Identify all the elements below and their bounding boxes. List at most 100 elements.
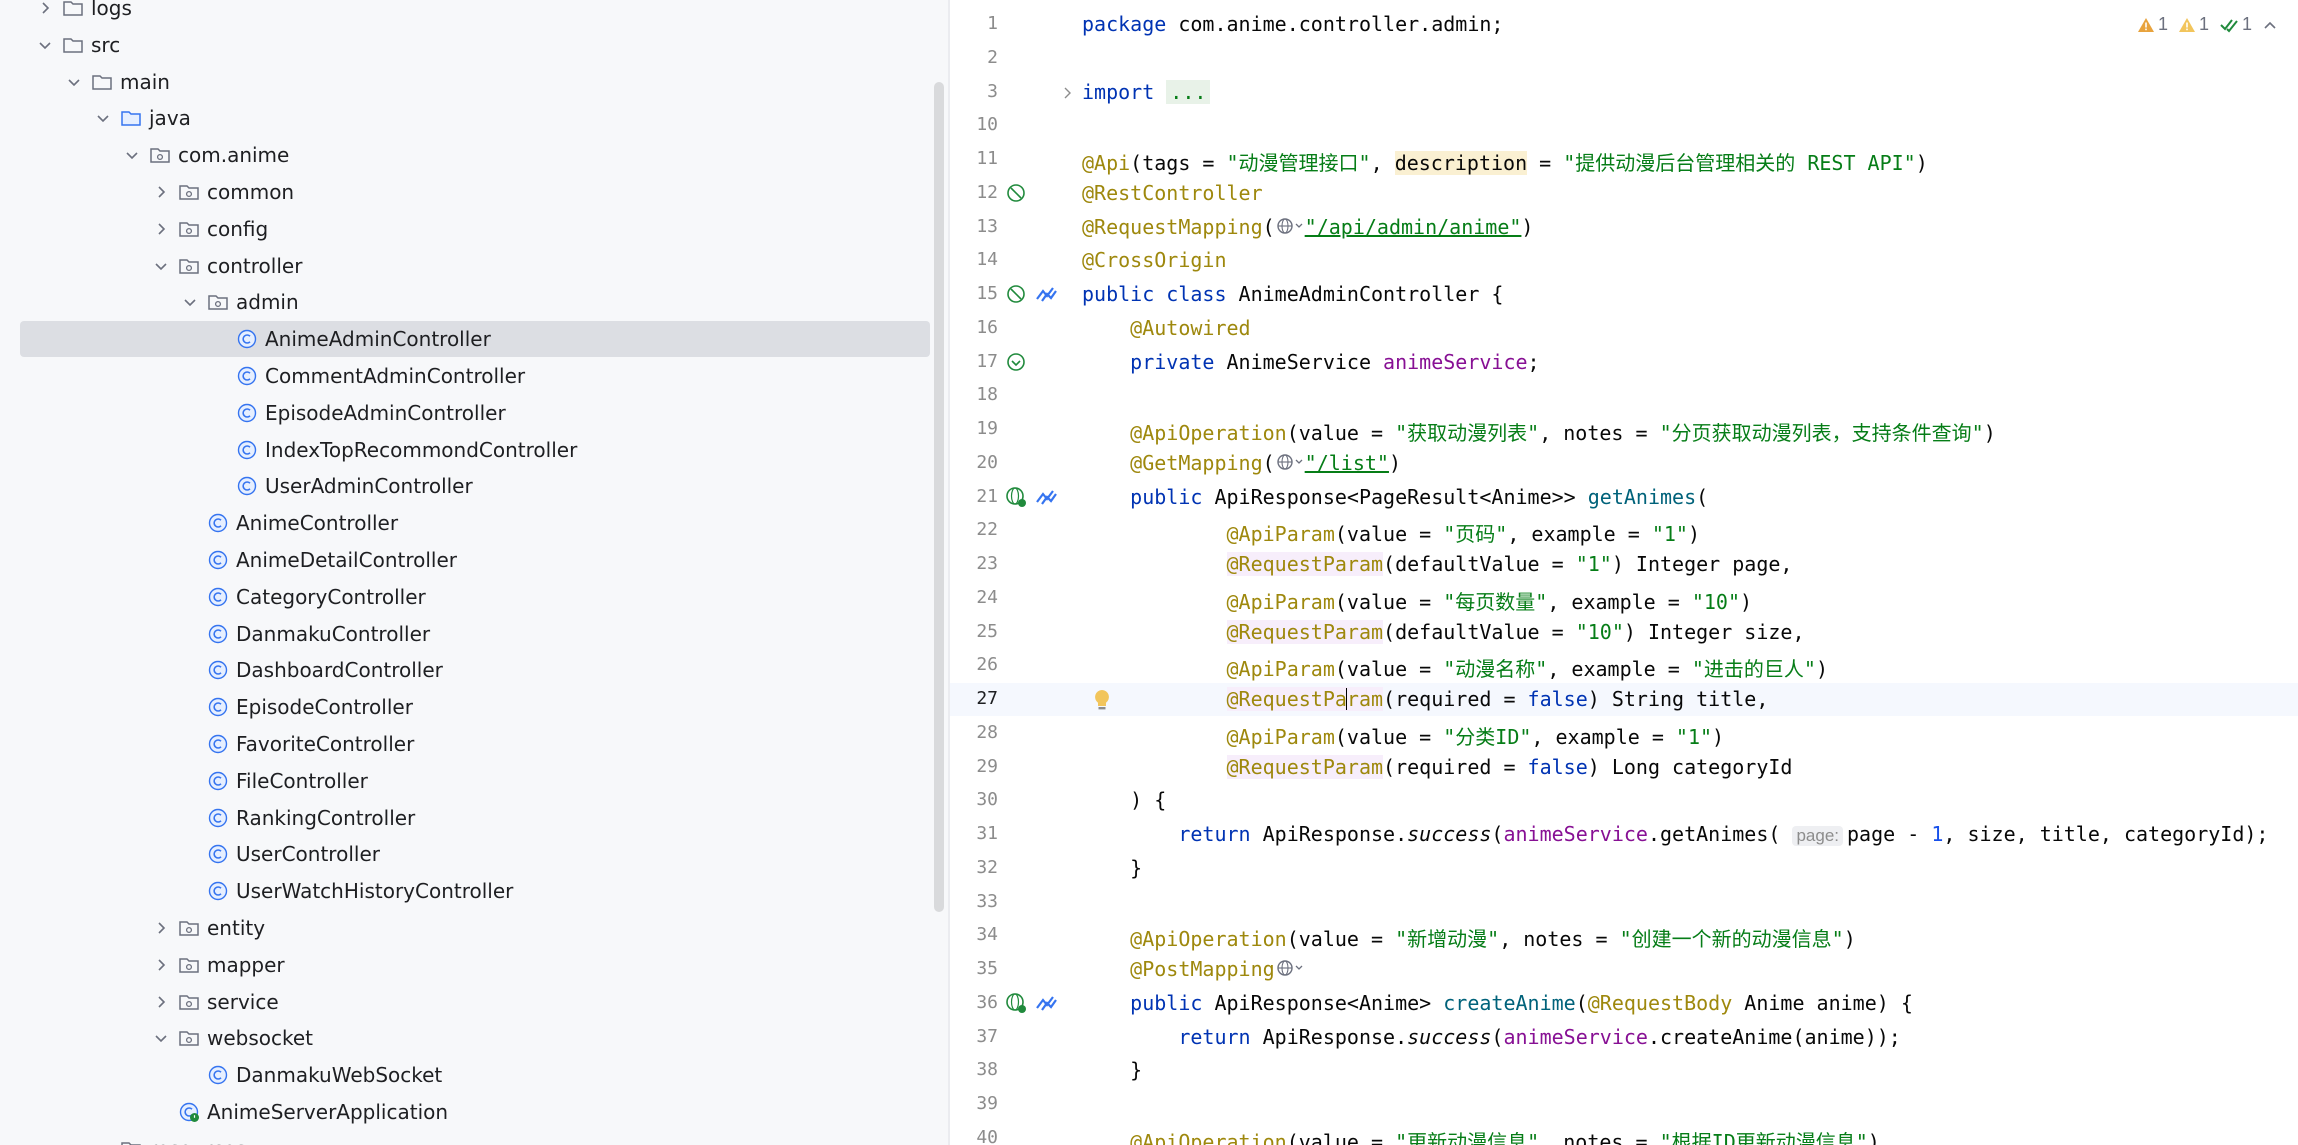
- tree-item-indextoprecommondcontroller[interactable]: IndexTopRecommondController: [20, 432, 930, 468]
- endpoint-globe-icon[interactable]: [1275, 215, 1305, 239]
- tree-item-animedetailcontroller[interactable]: AnimeDetailController: [20, 542, 930, 578]
- code-line[interactable]: 28 @ApiParam(value = "分类ID", example = "…: [950, 717, 2298, 750]
- line-number[interactable]: 40: [950, 1127, 998, 1145]
- chevron-up-icon[interactable]: [2262, 17, 2278, 33]
- line-number[interactable]: 22: [950, 519, 998, 540]
- code-line[interactable]: 26 @ApiParam(value = "动漫名称", example = "…: [950, 649, 2298, 682]
- code-text[interactable]: @PostMapping: [1082, 957, 1305, 981]
- tree-item-controller[interactable]: controller: [20, 248, 930, 284]
- chevron-right-icon[interactable]: [33, 0, 57, 20]
- line-number[interactable]: 39: [950, 1093, 998, 1114]
- tree-item-favoritecontroller[interactable]: FavoriteController: [20, 726, 930, 762]
- code-line[interactable]: 3 import ...: [950, 76, 2298, 109]
- tree-item-danmakucontroller[interactable]: DanmakuController: [20, 616, 930, 652]
- tree-item-websocket[interactable]: websocket: [20, 1020, 930, 1056]
- line-number[interactable]: 10: [950, 114, 998, 135]
- code-line[interactable]: 38 }: [950, 1054, 2298, 1087]
- line-number[interactable]: 14: [950, 249, 998, 270]
- line-number[interactable]: 23: [950, 553, 998, 574]
- code-text[interactable]: @ApiOperation(value = "获取动漫列表", notes = …: [1082, 417, 1996, 446]
- tree-item-danmakuwebsocket[interactable]: DanmakuWebSocket: [20, 1057, 930, 1093]
- line-number[interactable]: 31: [950, 823, 998, 844]
- code-text[interactable]: @RequestParam(defaultValue = "1") Intege…: [1082, 552, 1792, 576]
- line-number[interactable]: 15: [950, 283, 998, 304]
- code-line[interactable]: 10: [950, 109, 2298, 142]
- tree-item-mapper[interactable]: mapper: [20, 947, 930, 983]
- line-number[interactable]: 29: [950, 756, 998, 777]
- code-line[interactable]: 16 @Autowired: [950, 312, 2298, 345]
- line-number[interactable]: 17: [950, 351, 998, 372]
- code-text[interactable]: @GetMapping("/list"): [1082, 451, 1401, 475]
- code-text[interactable]: @RestController: [1082, 181, 1263, 205]
- code-text[interactable]: private AnimeService animeService;: [1082, 350, 1539, 374]
- request-mapping-icon[interactable]: [1034, 282, 1058, 310]
- code-text[interactable]: @RequestMapping("/api/admin/anime"): [1082, 215, 1533, 239]
- code-line[interactable]: 30 ) {: [950, 784, 2298, 817]
- tree-item-common[interactable]: common: [20, 174, 930, 210]
- code-text[interactable]: @RequestParam(required = false) String t…: [1082, 687, 1768, 711]
- tree-item-animeadmincontroller[interactable]: AnimeAdminController: [20, 321, 930, 358]
- request-mapping-icon[interactable]: [1034, 991, 1058, 1019]
- code-text[interactable]: package com.anime.controller.admin;: [1082, 12, 1503, 36]
- chevron-down-icon[interactable]: [33, 33, 57, 57]
- chevron-down-icon[interactable]: [120, 143, 144, 167]
- code-line[interactable]: 25 @RequestParam(defaultValue = "10") In…: [950, 616, 2298, 649]
- tree-item-entity[interactable]: entity: [20, 910, 930, 946]
- code-line[interactable]: 14 @CrossOrigin: [950, 244, 2298, 277]
- code-line[interactable]: 13 @RequestMapping("/api/admin/anime"): [950, 211, 2298, 244]
- tree-item-java[interactable]: java: [20, 100, 930, 136]
- chevron-right-icon[interactable]: [149, 180, 173, 204]
- line-number[interactable]: 19: [950, 418, 998, 439]
- code-line[interactable]: 1 package com.anime.controller.admin;: [950, 8, 2298, 41]
- line-number[interactable]: 33: [950, 891, 998, 912]
- code-line[interactable]: 22 @ApiParam(value = "页码", example = "1"…: [950, 514, 2298, 547]
- chevron-right-icon[interactable]: [149, 990, 173, 1014]
- chevron-down-icon[interactable]: [149, 254, 173, 278]
- tree-item-com-anime[interactable]: com.anime: [20, 137, 930, 173]
- code-text[interactable]: public class AnimeAdminController {: [1082, 282, 1503, 306]
- line-number[interactable]: 26: [950, 654, 998, 675]
- code-line[interactable]: 34 @ApiOperation(value = "新增动漫", notes =…: [950, 919, 2298, 952]
- endpoint-globe-icon[interactable]: [1275, 957, 1305, 981]
- code-text[interactable]: @ApiParam(value = "分类ID", example = "1"): [1082, 721, 1725, 750]
- code-text[interactable]: @ApiParam(value = "动漫名称", example = "进击的…: [1082, 653, 1828, 682]
- gutter-markers[interactable]: [1004, 991, 1058, 1019]
- tree-item-resources[interactable]: resources: [20, 1131, 930, 1145]
- code-line[interactable]: 29 @RequestParam(required = false) Long …: [950, 751, 2298, 784]
- gutter-markers[interactable]: [1004, 485, 1058, 513]
- tree-item-admin[interactable]: admin: [20, 284, 930, 320]
- tree-item-animeserverapplication[interactable]: AnimeServerApplication: [20, 1094, 930, 1130]
- code-text[interactable]: @ApiParam(value = "页码", example = "1"): [1082, 518, 1701, 547]
- web-endpoint-icon[interactable]: [1004, 485, 1028, 513]
- code-line[interactable]: 2: [950, 42, 2298, 75]
- line-number[interactable]: 25: [950, 621, 998, 642]
- tree-item-userwatchhistorycontroller[interactable]: UserWatchHistoryController: [20, 873, 930, 909]
- tree-item-rankingcontroller[interactable]: RankingController: [20, 800, 930, 836]
- spring-bean-icon[interactable]: [1004, 181, 1028, 209]
- chevron-right-icon[interactable]: [149, 953, 173, 977]
- code-text[interactable]: @RequestParam(defaultValue = "10") Integ…: [1082, 619, 1805, 644]
- code-line[interactable]: 12 @RestController: [950, 177, 2298, 210]
- gutter-markers[interactable]: [1004, 282, 1058, 310]
- fold-expand-icon[interactable]: [1060, 85, 1074, 99]
- line-number[interactable]: 3: [950, 81, 998, 102]
- code-line[interactable]: 33: [950, 886, 2298, 919]
- code-text[interactable]: public ApiResponse<Anime> createAnime(@R…: [1082, 991, 1913, 1015]
- project-tree[interactable]: logs src main java com.anime common config cont…: [0, 0, 948, 1145]
- code-line[interactable]: 37 return ApiResponse.success(animeServi…: [950, 1021, 2298, 1054]
- code-text[interactable]: @Api(tags = "动漫管理接口", description = "提供动…: [1082, 147, 1928, 176]
- chevron-down-icon[interactable]: [62, 70, 86, 94]
- code-line[interactable]: 23 @RequestParam(defaultValue = "1") Int…: [950, 548, 2298, 581]
- tree-item-episodeadmincontroller[interactable]: EpisodeAdminController: [20, 395, 930, 431]
- spring-bean-icon[interactable]: [1004, 282, 1028, 310]
- code-text[interactable]: return ApiResponse.success(animeService.…: [1082, 822, 2268, 846]
- gutter-markers[interactable]: [1004, 350, 1028, 378]
- project-tree-scrollbar[interactable]: [934, 82, 944, 912]
- code-line[interactable]: 11 @Api(tags = "动漫管理接口", description = "提…: [950, 143, 2298, 176]
- tree-item-useradmincontroller[interactable]: UserAdminController: [20, 468, 930, 504]
- code-line[interactable]: 40 @ApiOperation(value = "更新动漫信息", notes…: [950, 1122, 2298, 1145]
- line-number[interactable]: 28: [950, 722, 998, 743]
- checks-indicator[interactable]: 1: [2219, 14, 2252, 35]
- code-line[interactable]: 36 public ApiResponse<Anime> createAnime…: [950, 987, 2298, 1020]
- line-number[interactable]: 37: [950, 1026, 998, 1047]
